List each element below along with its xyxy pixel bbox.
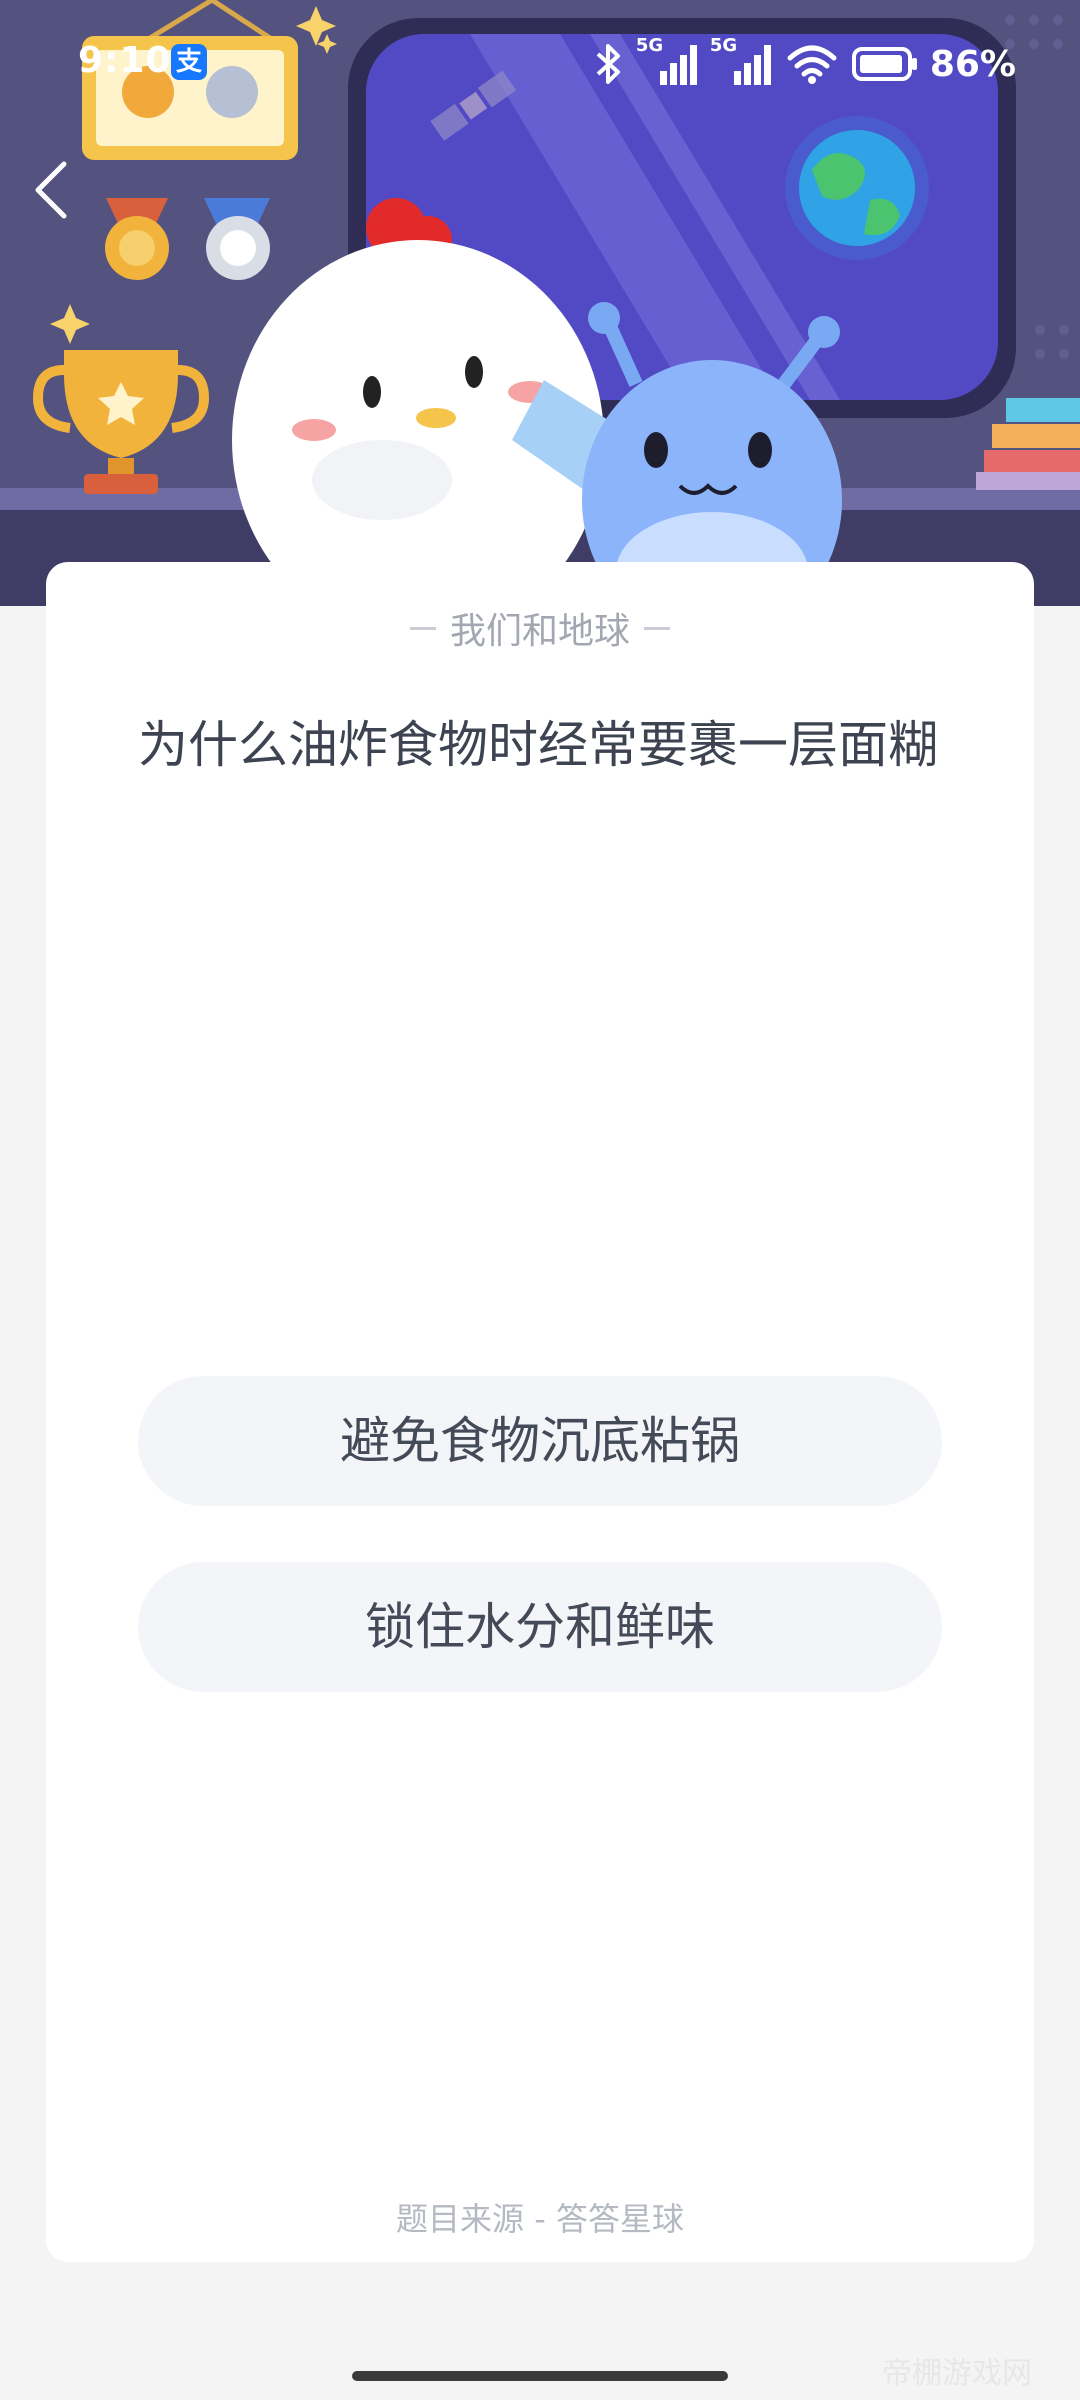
alipay-notification-icon: 支 bbox=[171, 44, 207, 80]
watermark-text: 帝棚游戏网 bbox=[882, 2356, 1032, 2391]
question-source: 题目来源 - 答答星球 bbox=[396, 2200, 684, 2238]
signal-strength-icon-1: 5G bbox=[636, 35, 700, 87]
battery-icon bbox=[851, 47, 917, 81]
battery-percentage: 86% bbox=[929, 43, 1016, 85]
back-button[interactable] bbox=[24, 150, 88, 230]
bluetooth-icon bbox=[596, 44, 620, 84]
divider bbox=[409, 626, 436, 630]
category-label: 我们和地球 bbox=[449, 611, 630, 652]
status-icons: 5G 5G 86% bbox=[592, 34, 1016, 94]
divider bbox=[644, 626, 670, 630]
wifi-icon bbox=[787, 45, 837, 84]
signal-strength-icon-2: 5G bbox=[710, 35, 774, 87]
question-category: 我们和地球 bbox=[46, 602, 1034, 654]
question-card: 我们和地球 为什么油炸食物时经常要裹一层面糊 避免食物沉底粘锅 锁住水分和鲜味 … bbox=[46, 562, 1034, 2262]
chevron-left-icon bbox=[35, 161, 67, 219]
answer-option-1[interactable]: 避免食物沉底粘锅 bbox=[138, 1376, 942, 1506]
status-time: 9:10 bbox=[78, 40, 172, 81]
quiz-screen: 9:10 支 5G 5G 86% 我们和地球 为什么油炸食物时经常要裹一层面糊 … bbox=[0, 0, 1080, 2400]
home-indicator[interactable] bbox=[352, 2371, 728, 2381]
answer-option-2[interactable]: 锁住水分和鲜味 bbox=[138, 1562, 942, 1692]
status-bar: 9:10 支 5G 5G 86% bbox=[0, 34, 1080, 94]
question-text: 为什么油炸食物时经常要裹一层面糊 bbox=[138, 716, 938, 774]
